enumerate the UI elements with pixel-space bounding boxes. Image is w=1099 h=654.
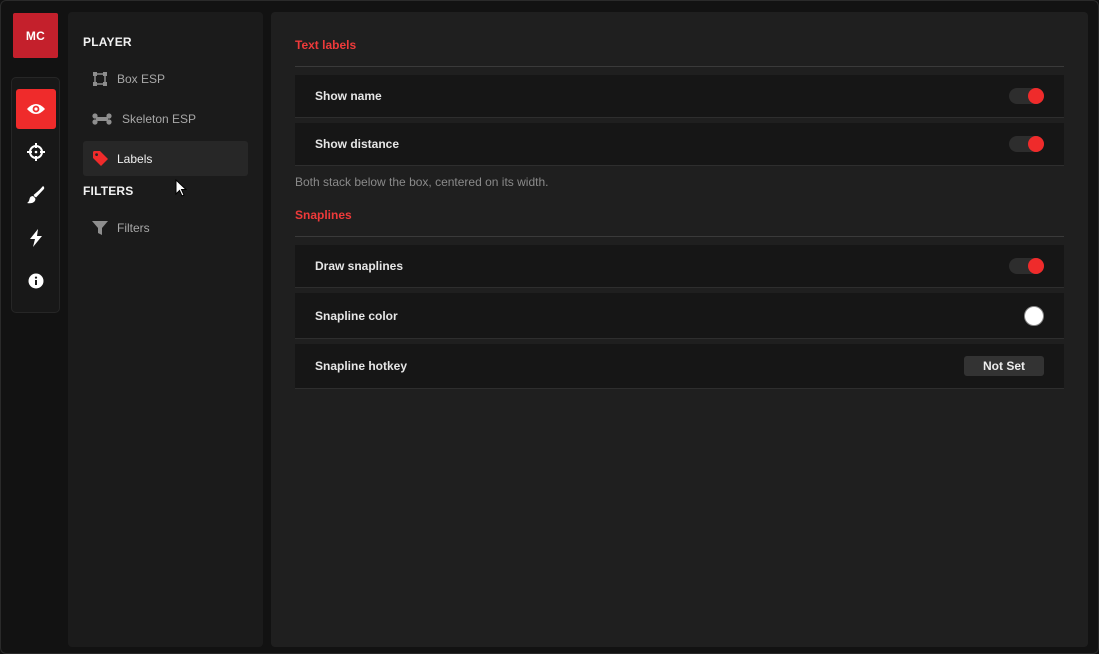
submenu-panel: PLAYER Box ESP Skeleton ESP Labels FILTE…: [68, 12, 263, 647]
submenu-item-label: Skeleton ESP: [122, 111, 197, 126]
show-name-toggle[interactable]: [1009, 88, 1044, 104]
group-title-snaplines: Snaplines: [295, 208, 352, 222]
setting-label: Show name: [315, 89, 382, 103]
avatar[interactable]: MC: [13, 13, 58, 58]
setting-label: Snapline color: [315, 308, 398, 323]
eye-icon: [27, 104, 45, 114]
snapline-hotkey-button[interactable]: Not Set: [964, 356, 1044, 376]
toggle-knob: [1028, 136, 1044, 152]
avatar-initials: MC: [25, 28, 46, 43]
app-window: MC PLAYER Box ESP Skeleton ESP Labels FI…: [0, 0, 1099, 654]
rail-misc-button[interactable]: [16, 218, 56, 258]
filter-icon: [91, 220, 109, 236]
brush-icon: [27, 186, 45, 204]
nav-rail: [11, 77, 60, 313]
hint-text: Both stack below the box, centered on it…: [295, 175, 549, 189]
submenu-item-label: Box ESP: [117, 71, 166, 86]
group-title-text-labels: Text labels: [295, 38, 357, 52]
setting-label: Show distance: [315, 137, 400, 151]
rail-aim-button[interactable]: [16, 132, 56, 172]
toggle-knob: [1028, 88, 1044, 104]
content-panel: Text labels Show name Show distance Both…: [271, 12, 1088, 647]
submenu-item-label: Labels: [117, 151, 153, 166]
setting-row-draw-snaplines: Draw snaplines: [295, 245, 1064, 288]
rail-paint-button[interactable]: [16, 175, 56, 215]
section-title-player: PLAYER: [83, 35, 132, 49]
box-icon: [91, 71, 109, 87]
mouse-cursor-icon: [175, 179, 187, 197]
submenu-item-label: Filters: [117, 220, 150, 235]
info-icon: [28, 273, 44, 289]
show-distance-toggle[interactable]: [1009, 136, 1044, 152]
divider: [295, 236, 1064, 237]
submenu-item-skeleton-esp[interactable]: Skeleton ESP: [83, 101, 248, 136]
crosshair-icon: [27, 143, 45, 161]
section-title-filters: FILTERS: [83, 184, 134, 198]
submenu-item-box-esp[interactable]: Box ESP: [83, 61, 248, 96]
lightning-icon: [30, 229, 42, 247]
draw-snaplines-toggle[interactable]: [1009, 258, 1044, 274]
divider: [295, 66, 1064, 67]
rail-visuals-button[interactable]: [16, 89, 56, 129]
setting-label: Snapline hotkey: [315, 359, 408, 373]
setting-row-show-name: Show name: [295, 75, 1064, 118]
tag-icon: [91, 151, 109, 167]
setting-row-show-distance: Show distance: [295, 123, 1064, 166]
toggle-knob: [1028, 258, 1044, 274]
setting-row-snapline-color: Snapline color: [295, 293, 1064, 339]
snapline-color-swatch[interactable]: [1024, 305, 1044, 326]
setting-label: Draw snaplines: [315, 259, 404, 273]
submenu-item-filters[interactable]: Filters: [83, 210, 248, 245]
bone-icon: [91, 111, 113, 127]
setting-row-snapline-hotkey: Snapline hotkey Not Set: [295, 344, 1064, 389]
submenu-item-labels[interactable]: Labels: [83, 141, 248, 176]
rail-info-button[interactable]: [16, 261, 56, 301]
